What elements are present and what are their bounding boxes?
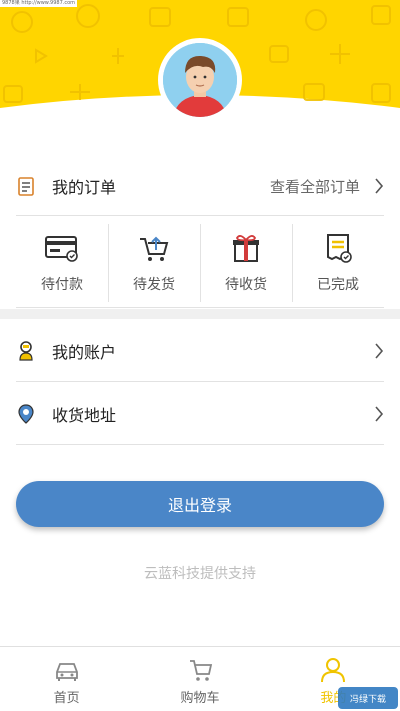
avatar [163,43,237,117]
download-site-watermark: 冯绿下载 [338,687,398,709]
user-account-icon [16,341,36,361]
status-label: 待收货 [225,277,267,293]
source-watermark: 9878果 http://www.9987.com [0,0,78,7]
view-all-orders-link[interactable]: 查看全部订单 [270,176,360,197]
support-footer-text: 云蓝科技提供支持 [144,566,256,582]
document-check-icon [327,234,352,263]
shipping-address-label: 收货地址 [52,406,117,425]
wallet-card-icon [45,236,78,262]
status-label: 待发货 [133,277,175,293]
tab-label: 首页 [53,691,80,706]
location-pin-icon [16,404,36,424]
shipping-address-row[interactable]: 收货地址 [16,400,384,428]
chevron-right-icon [375,406,384,422]
chevron-right-icon [375,178,384,194]
gift-box-icon [233,235,259,262]
tab-cart[interactable]: 购物车 [133,647,266,711]
profile-header [0,0,400,150]
shopping-cart-icon [189,660,213,681]
tab-label: 购物车 [180,691,220,706]
car-home-icon [55,663,78,681]
section-separator [0,309,400,319]
my-orders-label: 我的订单 [52,178,117,197]
status-completed[interactable]: 已完成 [292,220,384,306]
status-pending-payment[interactable]: 待付款 [16,220,108,306]
my-account-row[interactable]: 我的账户 [16,337,384,365]
order-list-icon [16,176,36,196]
divider [16,215,384,216]
my-account-label: 我的账户 [52,343,117,362]
chevron-right-icon [375,343,384,359]
logout-button[interactable]: 退出登录 [16,481,384,527]
avatar-person-icon [163,43,237,117]
cart-upload-icon [140,236,169,261]
order-status-row: 待付款 待发货 待收货 已完成 [16,220,384,306]
tab-home[interactable]: 首页 [0,647,133,711]
my-orders-row[interactable]: 我的订单 查看全部订单 [16,172,384,200]
status-pending-shipment[interactable]: 待发货 [108,220,200,306]
divider [16,381,384,382]
divider [16,444,384,445]
avatar-frame[interactable] [158,38,242,122]
status-pending-receipt[interactable]: 待收货 [200,220,292,306]
person-icon [321,658,346,683]
divider [16,307,384,308]
status-label: 已完成 [317,277,359,293]
status-label: 待付款 [41,277,83,293]
